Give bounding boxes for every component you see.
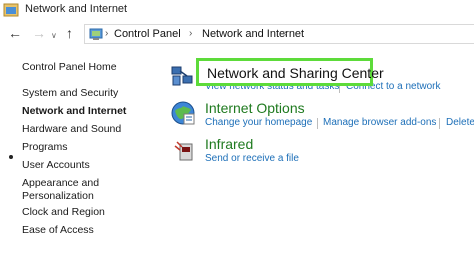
- back-arrow-icon[interactable]: ←: [8, 26, 22, 40]
- forward-arrow-icon[interactable]: →: [32, 26, 46, 40]
- control-panel-icon: [89, 28, 103, 40]
- sidebar-item-appearance-line2[interactable]: Personalization: [22, 190, 94, 203]
- breadcrumb-control-panel[interactable]: Control Panel: [114, 28, 181, 40]
- task-change-homepage[interactable]: Change your homepage: [205, 117, 312, 128]
- breadcrumb-separator[interactable]: ›: [105, 28, 108, 39]
- sidebar-item-programs[interactable]: Programs: [22, 141, 68, 154]
- sidebar-item-clock-region[interactable]: Clock and Region: [22, 206, 105, 219]
- task-manage-addons[interactable]: Manage browser add-ons: [323, 117, 436, 128]
- sidebar-item-hardware-sound[interactable]: Hardware and Sound: [22, 123, 121, 136]
- window-title: Network and Internet: [25, 3, 128, 15]
- active-bullet: [9, 155, 13, 159]
- category-title-network-sharing[interactable]: Network and Sharing Center: [207, 65, 384, 81]
- sidebar-item-user-accounts[interactable]: User Accounts: [22, 159, 90, 172]
- sidebar-item-appearance-line1[interactable]: Appearance and: [22, 177, 99, 190]
- infrared-icon: [174, 141, 193, 161]
- task-separator: [439, 118, 440, 129]
- breadcrumb-separator[interactable]: ›: [189, 28, 192, 39]
- up-arrow-icon[interactable]: ↑: [66, 26, 73, 40]
- task-separator: [317, 118, 318, 129]
- network-folder-icon: [3, 3, 19, 17]
- chevron-down-icon[interactable]: ∨: [51, 29, 57, 43]
- internet-options-icon: [171, 101, 195, 125]
- sidebar-item-ease-of-access[interactable]: Ease of Access: [22, 224, 94, 237]
- category-title-internet-options[interactable]: Internet Options: [205, 100, 305, 116]
- breadcrumb-separator[interactable]: ›: [284, 28, 287, 39]
- title-bar: Network and Internet: [0, 0, 474, 22]
- breadcrumb[interactable]: › Control Panel › Network and Internet ›: [84, 24, 474, 44]
- breadcrumb-network-internet[interactable]: Network and Internet: [202, 28, 304, 40]
- task-send-receive-file[interactable]: Send or receive a file: [205, 153, 299, 164]
- network-sharing-icon: [171, 66, 193, 86]
- sidebar-item-network-internet[interactable]: Network and Internet: [22, 105, 126, 118]
- address-bar: ← → ∨ ↑ › Control Panel › Network and In…: [0, 22, 474, 46]
- sidebar-item-control-panel-home[interactable]: Control Panel Home: [22, 61, 117, 74]
- task-delete[interactable]: Delete: [446, 117, 474, 128]
- network-sharing-center-link[interactable]: Network and Sharing Center: [196, 58, 384, 86]
- sidebar-item-system-security[interactable]: System and Security: [22, 87, 118, 100]
- category-title-infrared[interactable]: Infrared: [205, 136, 253, 152]
- sidebar: Control Panel Home System and Security N…: [0, 48, 150, 271]
